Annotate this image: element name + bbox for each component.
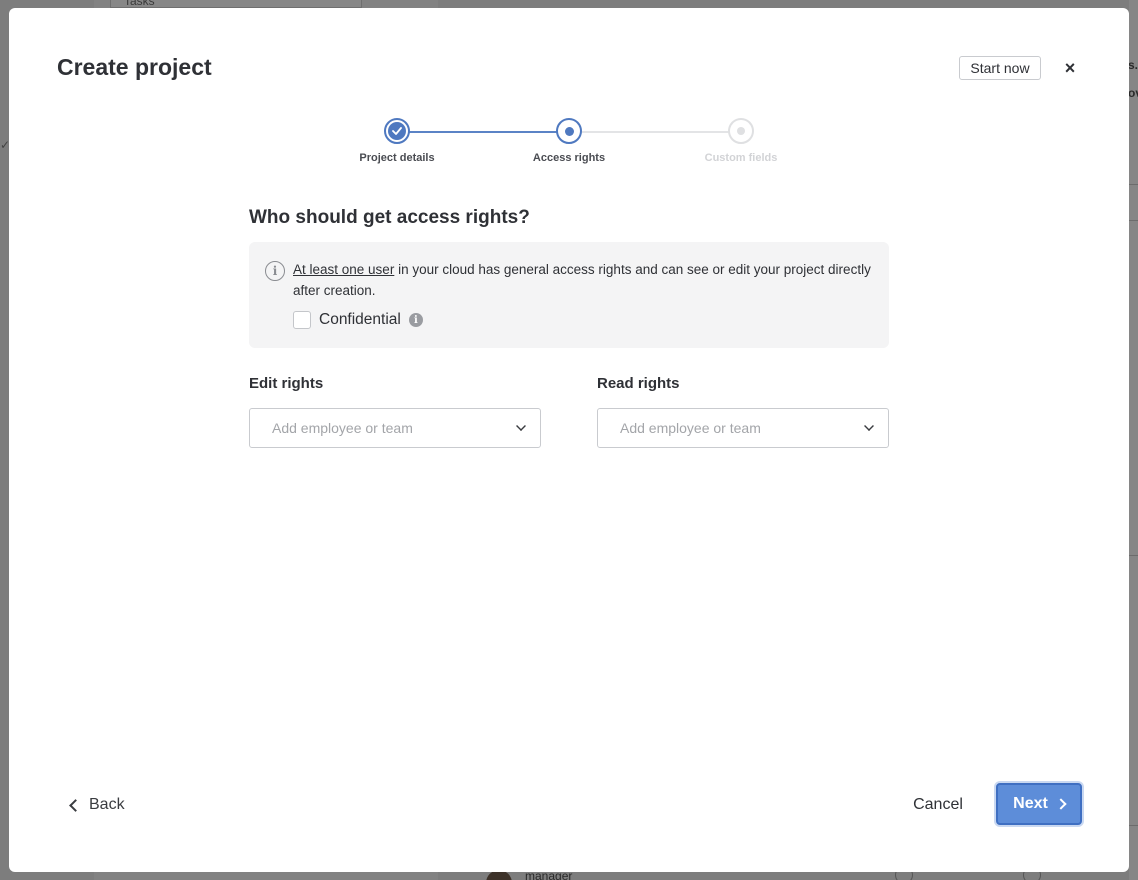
read-rights-label: Read rights bbox=[597, 375, 680, 392]
confidential-option: Confidential i bbox=[293, 311, 423, 329]
confidential-checkbox[interactable] bbox=[293, 311, 311, 329]
start-now-button[interactable]: Start now bbox=[959, 56, 1041, 80]
edit-rights-placeholder: Add employee or team bbox=[272, 420, 413, 436]
cancel-button[interactable]: Cancel bbox=[904, 793, 972, 817]
dialog-title: Create project bbox=[57, 54, 212, 80]
edit-rights-label: Edit rights bbox=[249, 375, 324, 392]
back-label: Back bbox=[89, 796, 125, 813]
read-rights-placeholder: Add employee or team bbox=[620, 420, 761, 436]
info-text: At least one user in your cloud has gene… bbox=[293, 259, 878, 301]
chevron-right-icon bbox=[1055, 798, 1067, 810]
background-right-text: s. bbox=[1128, 58, 1138, 72]
progress-stepper: Project details Access rights Custom fie… bbox=[349, 118, 799, 178]
info-box: i At least one user in your cloud has ge… bbox=[249, 242, 889, 348]
edit-rights-select[interactable]: Add employee or team bbox=[249, 408, 541, 448]
info-icon: i bbox=[265, 261, 285, 281]
next-label: Next bbox=[1013, 795, 1048, 812]
background-divider bbox=[1129, 184, 1138, 185]
read-rights-select[interactable]: Add employee or team bbox=[597, 408, 889, 448]
step-label: Access rights bbox=[532, 152, 606, 164]
background-right-panel bbox=[1129, 0, 1138, 880]
background-card-text: Tasks bbox=[124, 0, 155, 8]
next-button[interactable]: Next bbox=[996, 783, 1082, 825]
step-label: Project details bbox=[359, 152, 435, 164]
chevron-down-icon bbox=[516, 421, 526, 431]
back-button[interactable]: Back bbox=[69, 793, 125, 817]
close-icon[interactable]: × bbox=[1060, 58, 1080, 78]
step-custom-fields: Custom fields bbox=[681, 118, 801, 164]
chevron-left-icon bbox=[69, 798, 82, 812]
background-right-text: ov bbox=[1128, 86, 1138, 100]
step-label: Custom fields bbox=[704, 152, 778, 164]
check-circle-icon bbox=[384, 118, 410, 144]
confidential-label[interactable]: Confidential bbox=[319, 311, 401, 329]
section-title: Who should get access rights? bbox=[249, 207, 530, 228]
background-divider bbox=[1129, 220, 1138, 221]
at-least-one-user-link[interactable]: At least one user bbox=[293, 262, 394, 277]
background-divider bbox=[1129, 825, 1138, 826]
chevron-down-icon bbox=[864, 421, 874, 431]
pending-step-icon bbox=[728, 118, 754, 144]
active-step-icon bbox=[556, 118, 582, 144]
step-project-details[interactable]: Project details bbox=[337, 118, 457, 164]
create-project-dialog: Create project Start now × Project detai… bbox=[9, 8, 1129, 872]
background-divider bbox=[1129, 555, 1138, 556]
step-access-rights: Access rights bbox=[509, 118, 629, 164]
confidential-info-icon[interactable]: i bbox=[408, 313, 423, 327]
